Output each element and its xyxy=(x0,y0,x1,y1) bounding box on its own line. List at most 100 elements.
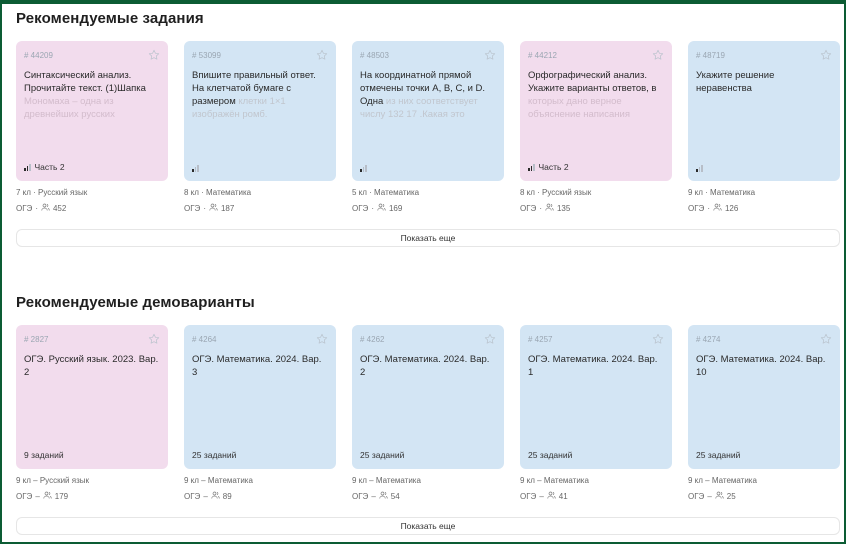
demo-meta-row2: ОГЭ –89 xyxy=(184,491,232,503)
demo-card[interactable]: # 2827 ОГЭ. Русский язык. 2023. Вар. 2 9 з… xyxy=(16,325,168,469)
star-icon[interactable] xyxy=(316,48,328,60)
star-icon[interactable] xyxy=(148,332,160,344)
subject-label: Математика xyxy=(543,476,589,485)
users-count: 169 xyxy=(388,204,403,213)
task-card-wrapper: # 48503 На координатной прямой отмечены т… xyxy=(352,41,504,215)
difficulty-bars-icon xyxy=(24,163,31,171)
star-icon[interactable] xyxy=(316,332,328,344)
demo-meta: 9 кл – Русский язык ОГЭ –179 xyxy=(16,475,168,503)
users-count: 54 xyxy=(390,492,400,501)
users-icon xyxy=(41,203,50,215)
users-count: 452 xyxy=(52,204,67,213)
demo-meta-row2: ОГЭ –54 xyxy=(352,491,400,501)
exam-label: ОГЭ xyxy=(16,204,33,213)
demo-meta: 9 кл – Математика ОГЭ –54 xyxy=(352,475,504,503)
section-title-tasks: Рекомендуемые задания xyxy=(16,10,204,27)
users-icon xyxy=(377,203,386,215)
exam-label: ОГЭ xyxy=(184,492,201,501)
demo-text-main: ОГЭ. Русский язык. 2023. Вар. 2 xyxy=(24,354,159,378)
demo-task-count: 9 заданий xyxy=(24,450,64,460)
users-icon xyxy=(715,491,724,503)
demo-card[interactable]: # 4257 ОГЭ. Математика. 2024. Вар. 1 25 за… xyxy=(520,325,672,469)
grade-label: 9 кл xyxy=(688,476,703,485)
task-meta-row2: ОГЭ · 169 xyxy=(352,203,403,215)
grade-label: 9 кл xyxy=(352,476,367,485)
task-meta-row2: ОГЭ · 135 xyxy=(520,203,571,215)
users-icon xyxy=(43,491,52,503)
star-icon[interactable] xyxy=(484,48,496,60)
task-part-label: Часть 2 xyxy=(538,162,569,172)
subject-label: Русский язык xyxy=(38,188,88,197)
subject-label: Русский язык xyxy=(39,476,89,485)
task-card[interactable]: # 53099 Впишите правильный ответ. На клет… xyxy=(184,41,336,181)
subject-label: Математика xyxy=(374,188,420,197)
demo-task-count: 25 заданий xyxy=(528,450,573,460)
task-meta: 5 кл · Математика ОГЭ · 169 xyxy=(352,187,504,215)
demo-meta-row1: 9 кл – Математика xyxy=(688,476,757,485)
star-icon[interactable] xyxy=(484,332,496,344)
users-count: 126 xyxy=(724,204,739,213)
recommended-tasks-section: Рекомендуемые задания # 44209 Синтаксичес… xyxy=(16,10,840,247)
demo-meta-row1: 9 кл – Математика xyxy=(184,476,253,485)
task-meta-row2: ОГЭ · 187 xyxy=(184,203,235,213)
subject-label: Математика xyxy=(207,476,253,485)
demo-text-main: ОГЭ. Математика. 2024. Вар. 1 xyxy=(528,354,658,378)
users-count: 135 xyxy=(556,204,571,213)
section-title-demos: Рекомендуемые демоварианты xyxy=(16,294,255,311)
exam-label: ОГЭ xyxy=(520,204,537,213)
task-meta-row1: 9 кл · Математика xyxy=(688,188,756,197)
task-text-faded: Мономаха – одна из древнейших русских xyxy=(24,96,115,120)
exam-label: ОГЭ xyxy=(184,204,201,213)
demo-card[interactable]: # 4274 ОГЭ. Математика. 2024. Вар. 10 25 з… xyxy=(688,325,840,469)
demo-card-wrapper: # 4264 ОГЭ. Математика. 2024. Вар. 3 25 за… xyxy=(184,325,336,503)
exam-label: ОГЭ xyxy=(688,204,705,213)
task-card[interactable]: # 44209 Синтаксический анализ. Прочитайте… xyxy=(16,41,168,181)
star-icon[interactable] xyxy=(820,48,832,60)
task-text: На координатной прямой отмечены точки A,… xyxy=(360,69,496,134)
task-cards-row: # 44209 Синтаксический анализ. Прочитайте… xyxy=(16,41,840,215)
demo-number: # 4257 xyxy=(528,335,553,344)
demo-card-wrapper: # 2827 ОГЭ. Русский язык. 2023. Вар. 2 9 з… xyxy=(16,325,168,503)
users-icon xyxy=(211,491,220,503)
demo-text-main: ОГЭ. Математика. 2024. Вар. 10 xyxy=(696,354,826,378)
task-card[interactable]: # 48719 Укажите решение неравенства xyxy=(688,41,840,181)
grade-label: 9 кл xyxy=(688,188,703,197)
exam-label: ОГЭ xyxy=(520,492,537,501)
demo-meta: 9 кл – Математика ОГЭ –89 xyxy=(184,475,336,503)
demo-number: # 2827 xyxy=(24,335,49,344)
task-footer xyxy=(696,165,703,172)
demo-meta-row2: ОГЭ –25 xyxy=(688,491,736,503)
demo-text: ОГЭ. Математика. 2024. Вар. 2 xyxy=(360,353,496,379)
task-text-main: Орфографический анализ. Укажите варианты… xyxy=(528,70,657,94)
task-meta: 8 кл · Математика ОГЭ · 187 xyxy=(184,187,336,215)
task-number: # 53099 xyxy=(192,51,221,60)
task-text-faded: которых дано верное объяснение написания xyxy=(528,96,630,120)
difficulty-bars-icon xyxy=(696,165,703,172)
demo-card[interactable]: # 4262 ОГЭ. Математика. 2024. Вар. 2 25 за… xyxy=(352,325,504,469)
users-icon xyxy=(545,203,554,215)
task-card[interactable]: # 44212 Орфографический анализ. Укажите в… xyxy=(520,41,672,181)
show-more-tasks-button[interactable]: Показать еще xyxy=(16,229,840,247)
star-icon[interactable] xyxy=(820,332,832,344)
star-icon[interactable] xyxy=(148,48,160,60)
grade-label: 7 кл xyxy=(16,188,31,197)
demo-cards-row: # 2827 ОГЭ. Русский язык. 2023. Вар. 2 9 з… xyxy=(16,325,840,503)
task-meta-row1: 8 кл · Математика xyxy=(184,188,252,197)
difficulty-bars-icon xyxy=(360,165,367,172)
star-icon[interactable] xyxy=(652,332,664,344)
task-number: # 48503 xyxy=(360,51,389,60)
demo-meta: 9 кл – Математика ОГЭ –41 xyxy=(520,475,672,503)
demo-task-count: 25 заданий xyxy=(192,450,237,460)
users-count: 179 xyxy=(54,492,69,501)
recommended-demos-section: Рекомендуемые демоварианты # 2827 ОГЭ. Ру… xyxy=(16,294,840,535)
demo-card[interactable]: # 4264 ОГЭ. Математика. 2024. Вар. 3 25 за… xyxy=(184,325,336,469)
task-card-wrapper: # 44209 Синтаксический анализ. Прочитайте… xyxy=(16,41,168,215)
demo-meta: 9 кл – Математика ОГЭ –25 xyxy=(688,475,840,503)
task-footer: Часть 2 xyxy=(528,162,569,172)
star-icon[interactable] xyxy=(652,48,664,60)
show-more-demos-button[interactable]: Показать еще xyxy=(16,517,840,535)
task-card[interactable]: # 48503 На координатной прямой отмечены т… xyxy=(352,41,504,181)
task-meta: 9 кл · Математика ОГЭ · 126 xyxy=(688,187,840,215)
task-card-wrapper: # 53099 Впишите правильный ответ. На клет… xyxy=(184,41,336,215)
task-number: # 44212 xyxy=(528,51,557,60)
